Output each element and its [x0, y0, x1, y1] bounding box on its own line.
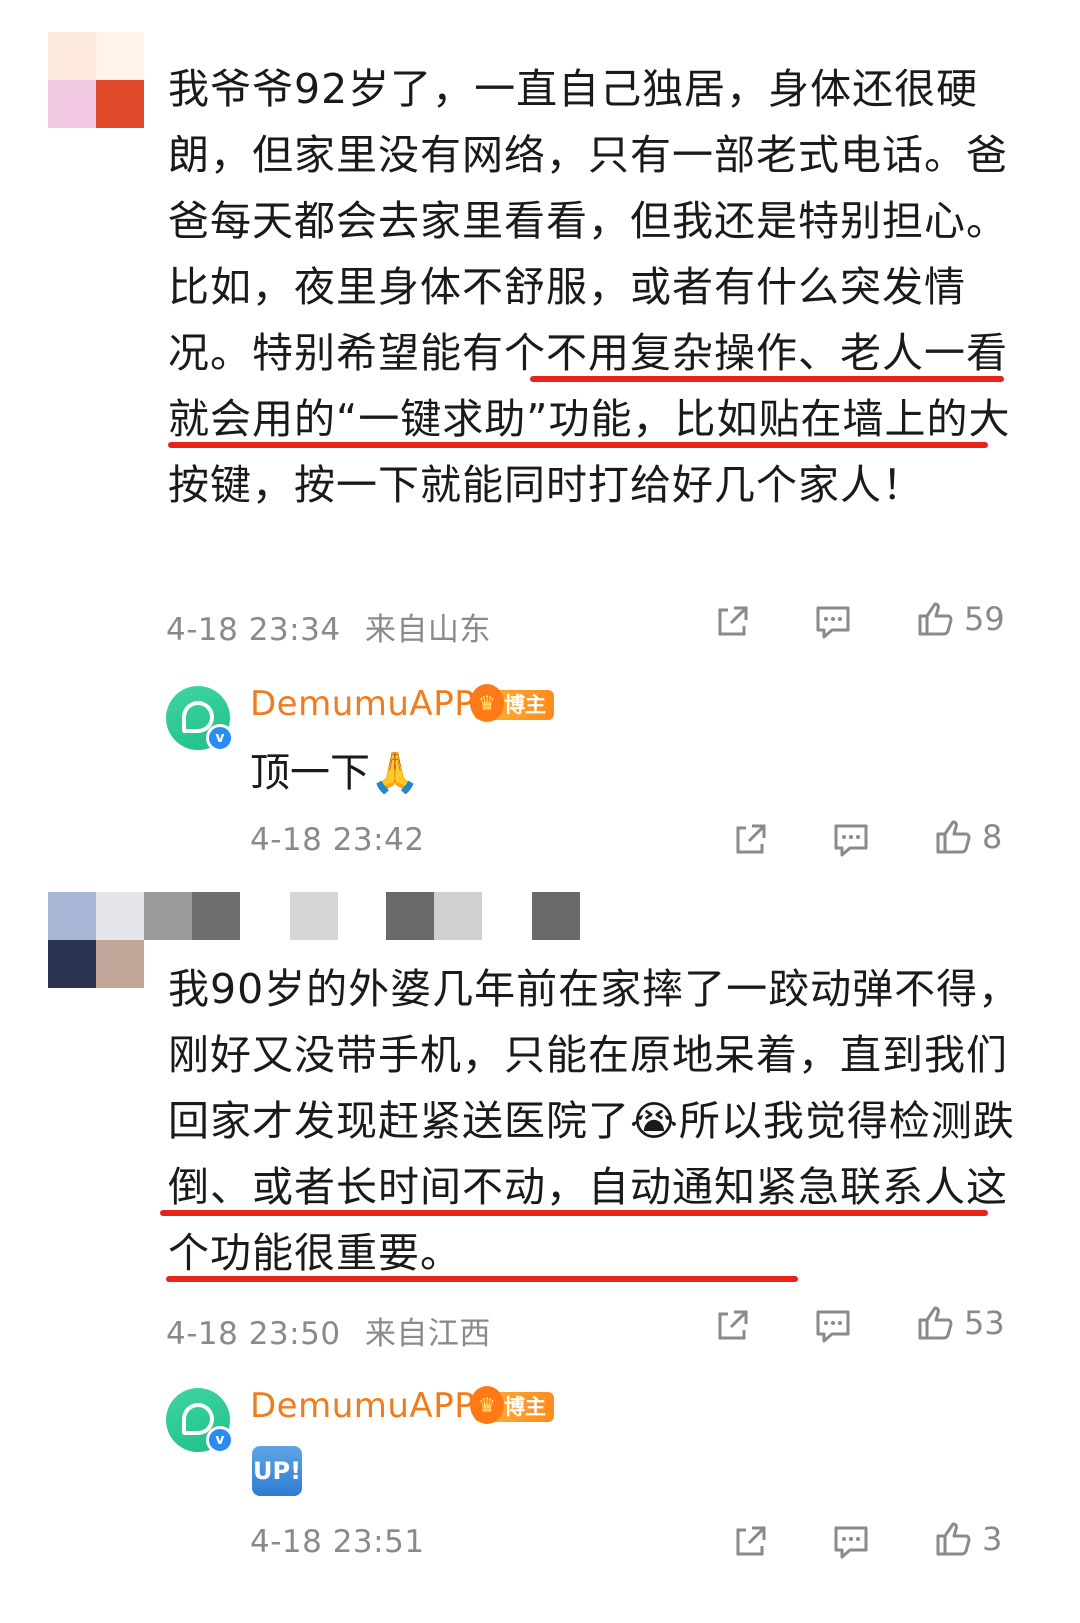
highlight-underline	[530, 376, 1004, 382]
like-button[interactable]: 53	[916, 1304, 1005, 1342]
like-count: 3	[982, 1520, 1003, 1558]
highlight-underline	[168, 442, 988, 448]
comment-meta: 4-18 23:50 来自江西	[166, 1308, 491, 1353]
like-button[interactable]: 3	[934, 1520, 1002, 1558]
comment-icon	[834, 1526, 868, 1559]
reply-time: 4-18 23:42	[250, 822, 425, 858]
comment-time: 4-18 23:34	[166, 612, 341, 648]
reply-button[interactable]	[814, 604, 852, 640]
like-count: 8	[982, 818, 1003, 856]
share-icon	[736, 1526, 766, 1556]
reply-button[interactable]	[814, 1308, 852, 1344]
crown-icon: ♛	[470, 684, 504, 722]
reply-avatar[interactable]: v	[166, 1388, 234, 1454]
comment-text: 我爷爷92岁了，一直自己独居，身体还很硬朗，但家里没有网络，只有一部老式电话。爸…	[168, 65, 1011, 509]
verified-icon: v	[206, 1426, 234, 1454]
reply-button[interactable]	[832, 1524, 870, 1560]
highlight-underline	[160, 1210, 988, 1216]
blogger-badge: ♛ 博主	[470, 684, 554, 722]
comment-meta: 4-18 23:34 来自山东	[166, 604, 491, 649]
thumbs-up-icon	[936, 1522, 971, 1556]
like-count: 53	[964, 1304, 1005, 1342]
up-emoji: UP!	[252, 1446, 302, 1496]
blogger-badge: ♛ 博主	[470, 1386, 554, 1424]
reply-time: 4-18 23:51	[250, 1524, 425, 1560]
share-button[interactable]	[732, 1524, 768, 1560]
thumbs-up-icon	[918, 602, 953, 636]
reply-avatar[interactable]: v	[166, 686, 234, 752]
username-pixelated[interactable]	[144, 892, 580, 940]
comment-icon	[816, 606, 850, 639]
thumbs-up-icon	[936, 820, 971, 854]
crown-icon: ♛	[470, 1386, 504, 1424]
share-button[interactable]	[714, 1308, 750, 1344]
reply-text: 顶一下🙏	[250, 750, 420, 796]
reply-username[interactable]: DemumuAPP	[250, 1386, 475, 1426]
comment-text: 我90岁的外婆几年前在家摔了一跤动弹不得，刚好又没带手机，只能在原地呆着，直到我…	[168, 965, 1021, 1277]
comment-location: 来自山东	[364, 612, 491, 648]
highlight-underline	[166, 1276, 798, 1282]
reply-button[interactable]	[832, 822, 870, 858]
thumbs-up-icon	[918, 1306, 953, 1340]
share-icon	[718, 606, 748, 636]
reply-username[interactable]: DemumuAPP	[250, 684, 475, 724]
verified-icon: v	[206, 724, 234, 752]
like-count: 59	[964, 600, 1005, 638]
like-button[interactable]: 59	[916, 600, 1005, 638]
comment-icon	[816, 1310, 850, 1343]
comment-location: 来自江西	[364, 1316, 491, 1352]
like-button[interactable]: 8	[934, 818, 1002, 856]
share-button[interactable]	[714, 604, 750, 640]
share-button[interactable]	[732, 822, 768, 858]
comment-time: 4-18 23:50	[166, 1316, 341, 1352]
share-icon	[736, 824, 766, 854]
share-icon	[718, 1310, 748, 1340]
avatar-pixelated[interactable]	[48, 32, 144, 128]
avatar-pixelated[interactable]	[48, 892, 144, 988]
comment-icon	[834, 824, 868, 857]
